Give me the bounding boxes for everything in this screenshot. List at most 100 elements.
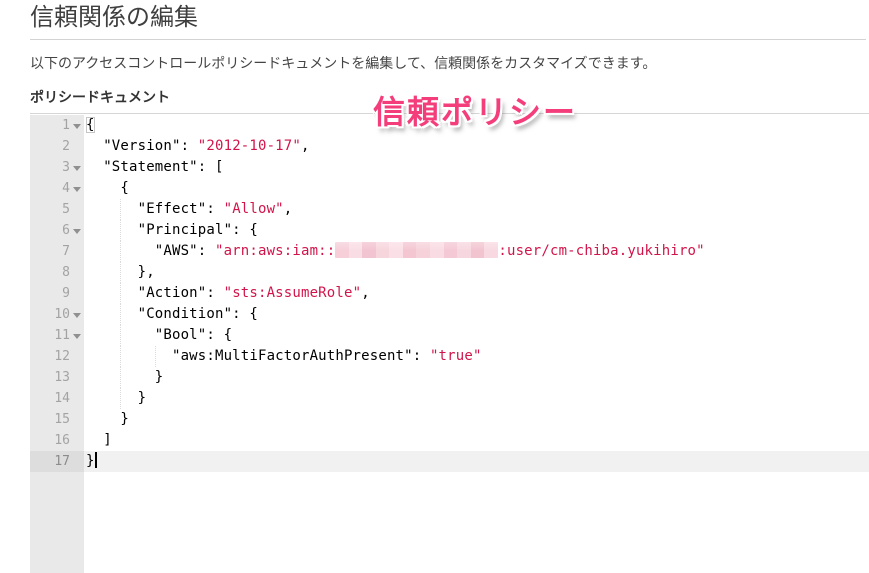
trust-policy-annotation: 信頼ポリシー <box>373 94 578 130</box>
gutter-line-8: 8 <box>30 262 84 283</box>
code-line-12[interactable]: "aws:MultiFactorAuthPresent": "true" <box>84 346 869 367</box>
page-description: 以下のアクセスコントロールポリシードキュメントを編集して、信頼関係をカスタマイズ… <box>30 55 657 71</box>
line-number: 16 <box>54 433 70 448</box>
code-line-3[interactable]: "Statement": [ <box>84 157 869 178</box>
json-token: "Version": <box>86 138 198 154</box>
line-number: 7 <box>62 244 70 259</box>
json-token: , <box>361 285 370 301</box>
fold-arrow-icon[interactable] <box>73 124 81 129</box>
policy-document-editor[interactable]: 1 2 3 4 5 6 7 8 9 10 11 12 13 14 15 16 17 { "Version": "… <box>30 113 869 573</box>
json-token: , <box>283 201 293 217</box>
json-token: { <box>86 180 129 196</box>
json-token: "Statement": [ <box>86 159 224 175</box>
json-token: { <box>86 117 95 133</box>
indent-guide <box>120 304 122 325</box>
json-token: } <box>86 411 129 427</box>
line-number: 14 <box>54 391 70 406</box>
gutter-line-13: 13 <box>30 367 84 388</box>
indent-guide <box>120 325 122 346</box>
gutter-line-16: 16 <box>30 430 84 451</box>
gutter-line-7: 7 <box>30 241 84 262</box>
indent-guide <box>120 262 122 283</box>
line-number: 2 <box>62 139 70 154</box>
json-string-token: :user/cm-chiba.yukihiro" <box>498 243 705 259</box>
gutter-line-12: 12 <box>30 346 84 367</box>
gutter-line-11: 11 <box>30 325 84 346</box>
title-divider <box>30 39 866 40</box>
fold-arrow-icon[interactable] <box>73 334 81 339</box>
indent-guide <box>120 199 122 220</box>
json-token: "AWS": <box>86 243 215 259</box>
fold-arrow-icon[interactable] <box>73 229 81 234</box>
code-line-6[interactable]: "Principal": { <box>84 220 869 241</box>
json-token: } <box>86 390 147 406</box>
editor-gutter: 1 2 3 4 5 6 7 8 9 10 11 12 13 14 15 16 17 <box>30 115 84 573</box>
json-string-token: "true" <box>429 348 482 364</box>
policy-document-label: ポリシードキュメント <box>30 89 170 105</box>
code-line-7[interactable]: "AWS": "arn:aws:iam:::user/cm-chiba.yuki… <box>84 241 869 262</box>
page-title: 信頼関係の編集 <box>30 4 198 31</box>
gutter-line-17: 17 <box>30 451 84 472</box>
indent-guide <box>154 346 156 367</box>
line-number: 5 <box>62 202 70 217</box>
line-number: 9 <box>62 286 70 301</box>
json-string-token: "sts:AssumeRole" <box>223 285 362 301</box>
fold-arrow-icon[interactable] <box>73 313 81 318</box>
json-token: "Effect": <box>86 201 224 217</box>
indent-guide <box>120 367 122 388</box>
gutter-line-2: 2 <box>30 136 84 157</box>
gutter-line-15: 15 <box>30 409 84 430</box>
json-string-token: "Allow" <box>223 201 284 217</box>
redacted-account-id <box>335 242 499 258</box>
json-string-token: "arn:aws:iam:: <box>214 243 336 259</box>
line-number: 8 <box>62 265 70 280</box>
gutter-line-6: 6 <box>30 220 84 241</box>
gutter-line-3: 3 <box>30 157 84 178</box>
line-number: 12 <box>54 349 70 364</box>
code-line-4[interactable]: { <box>84 178 869 199</box>
line-number: 13 <box>54 370 70 385</box>
line-number: 17 <box>54 454 70 469</box>
json-token: "aws:MultiFactorAuthPresent": <box>86 348 430 364</box>
text-cursor <box>94 452 97 468</box>
fold-arrow-icon[interactable] <box>73 187 81 192</box>
fold-arrow-icon[interactable] <box>73 166 81 171</box>
json-token: } <box>86 453 95 469</box>
edit-trust-relationship-page: 信頼関係の編集 以下のアクセスコントロールポリシードキュメントを編集して、信頼関… <box>0 0 869 573</box>
indent-guide <box>120 346 122 367</box>
gutter-line-9: 9 <box>30 283 84 304</box>
code-line-8[interactable]: }, <box>84 262 869 283</box>
json-token: } <box>86 369 164 385</box>
gutter-line-4: 4 <box>30 178 84 199</box>
code-line-17[interactable]: } <box>84 451 869 472</box>
json-string-token: "2012-10-17" <box>197 138 301 154</box>
json-token: "Condition": { <box>86 306 258 322</box>
code-line-11[interactable]: "Bool": { <box>84 325 869 346</box>
json-token: "Bool": { <box>86 327 233 343</box>
json-token: "Action": <box>86 285 224 301</box>
code-line-15[interactable]: } <box>84 409 869 430</box>
code-line-16[interactable]: ] <box>84 430 869 451</box>
code-line-9[interactable]: "Action": "sts:AssumeRole", <box>84 283 869 304</box>
line-number: 1 <box>62 118 70 133</box>
gutter-line-5: 5 <box>30 199 84 220</box>
indent-guide <box>120 220 122 241</box>
indent-guide <box>120 388 122 409</box>
line-number: 3 <box>62 160 70 175</box>
code-line-2[interactable]: "Version": "2012-10-17", <box>84 136 869 157</box>
gutter-line-10: 10 <box>30 304 84 325</box>
indent-guide <box>120 283 122 304</box>
gutter-line-14: 14 <box>30 388 84 409</box>
gutter-line-1: 1 <box>30 115 84 136</box>
line-number: 10 <box>54 307 70 322</box>
code-line-14[interactable]: } <box>84 388 869 409</box>
line-number: 6 <box>62 223 70 238</box>
indent-guide <box>120 241 122 262</box>
line-number: 11 <box>54 328 70 343</box>
editor-code-area[interactable]: { "Version": "2012-10-17", "Statement": … <box>84 115 869 573</box>
json-token: , <box>300 138 310 154</box>
code-line-10[interactable]: "Condition": { <box>84 304 869 325</box>
code-line-5[interactable]: "Effect": "Allow", <box>84 199 869 220</box>
code-line-13[interactable]: } <box>84 367 869 388</box>
json-token: "Principal": { <box>86 222 258 238</box>
